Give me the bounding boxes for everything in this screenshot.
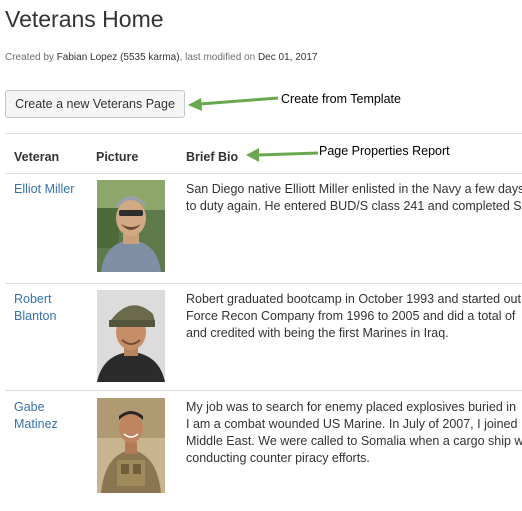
veteran-name-line: Matinez	[14, 417, 58, 431]
veteran-photo	[97, 398, 165, 493]
veteran-name-line: Robert	[14, 292, 52, 306]
veteran-link-elliot-miller[interactable]: Elliot Miller	[14, 181, 89, 198]
bio-line: My job was to search for enemy placed ex…	[186, 400, 517, 414]
bio-line: Robert graduated bootcamp in October 199…	[186, 292, 521, 306]
veteran-link-gabe-matinez[interactable]: Gabe Matinez	[14, 399, 89, 433]
header-brief-bio: Brief Bio	[186, 150, 239, 164]
header-veteran: Veteran	[14, 150, 60, 164]
table-row: Robert Blanton Robert graduated bootcamp…	[5, 284, 522, 391]
bio-line: to duty again. He entered BUD/S class 24…	[186, 199, 522, 213]
bio-line: San Diego native Elliott Miller enlisted…	[186, 182, 522, 196]
bio-line: I am a combat wounded US Marine. In July…	[186, 417, 518, 431]
bio-line: Force Recon Company from 1996 to 2005 an…	[186, 309, 516, 323]
table-header-row: Veteran Picture Brief Bio	[5, 133, 522, 174]
veteran-bio: My job was to search for enemy placed ex…	[186, 399, 522, 467]
veteran-bio: San Diego native Elliott Miller enlisted…	[186, 181, 522, 215]
veteran-name-line: Gabe	[14, 400, 45, 414]
bio-line: and credited with being the first Marine…	[186, 326, 449, 340]
veteran-name-line: Elliot Miller	[14, 182, 75, 196]
veteran-photo	[97, 290, 165, 382]
bio-line: Middle East. We were called to Somalia w…	[186, 434, 522, 448]
bio-line: conducting counter piracy efforts.	[186, 451, 370, 465]
header-picture: Picture	[96, 150, 139, 164]
table-row: Elliot Miller San Diego native Elliott M…	[5, 173, 522, 284]
veteran-bio: Robert graduated bootcamp in October 199…	[186, 291, 521, 342]
veteran-name-line: Blanton	[14, 309, 57, 323]
veteran-photo	[97, 180, 165, 272]
arrow-create-template	[188, 96, 279, 111]
table-row: Gabe Matinez My job was to search for en…	[5, 391, 522, 511]
veteran-link-robert-blanton[interactable]: Robert Blanton	[14, 291, 89, 325]
callout-create-template: Create from Template	[281, 92, 401, 106]
